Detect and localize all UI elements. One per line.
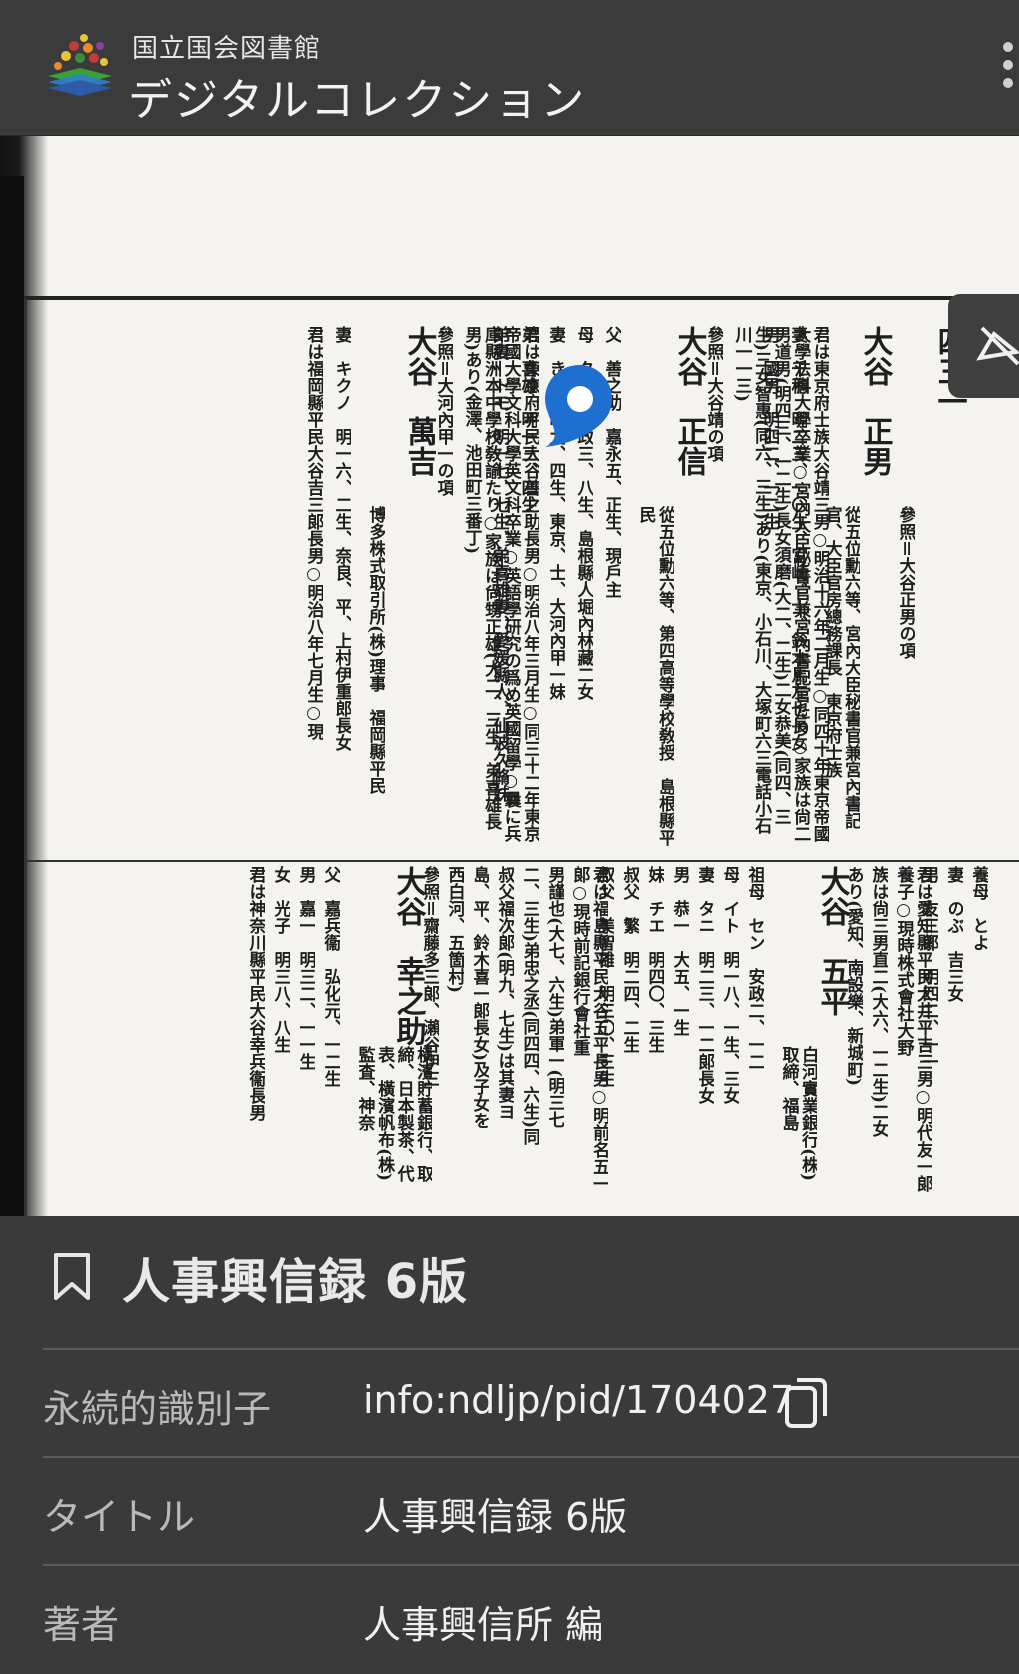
- page-image-viewer[interactable]: 四三一參照＝大谷正男の項大谷 正男從五位勳六等、宮內大臣秘書官兼宮內書記官、大臣…: [0, 136, 1019, 1216]
- page-divider: [27, 860, 1019, 862]
- entry-text: 父 嘉兵衞 弘化元、一二生: [320, 866, 340, 1087]
- entry-text: 男 恭一 大五、一生: [669, 866, 689, 1036]
- entry-text: 妹 チエ 明四〇、三生: [644, 866, 664, 1053]
- app-header: 国立国会図書館 デジタルコレクション: [0, 0, 1019, 136]
- entry-text: 橫濱貯蓄銀行、取締、日本製茶、代表、橫濱帆布(株)監査、神奈: [354, 1046, 433, 1182]
- entry-text: 族は尙三男直二(大六、一二生)二女: [868, 866, 888, 1138]
- entry-text: 君は愛知縣平民大井平吉三男○明代友一郞養子○現時株式會社大野: [893, 866, 933, 1192]
- row-label: タイトル: [43, 1495, 196, 1539]
- entry-text: 君は神奈川縣平民大谷幸兵衞長男: [245, 866, 265, 1121]
- entry-text: 從五位勳六等、第四高等學校敎授 島根縣平民: [635, 506, 675, 846]
- entry-text: 祖母 セン 安政二、一二: [744, 866, 764, 1070]
- hide-overlay-button[interactable]: [948, 294, 1019, 398]
- ndl-logo-icon[interactable]: [44, 32, 116, 104]
- entry-text: 養母 とよ: [968, 866, 988, 951]
- row-value: 人事興信所 編: [363, 1603, 604, 1647]
- row-label: 著者: [43, 1603, 120, 1647]
- entry-text: 二、三生)弟忠之丞(同四四、六生)同: [519, 866, 539, 1146]
- info-panel: 人事興信録 6版 永続的識別子 info:ndljp/pid/1704027 タ…: [0, 1216, 1019, 1647]
- brand-title: デジタルコレクション: [128, 75, 587, 126]
- entry-name: 大谷 幸之助: [390, 866, 426, 1046]
- entry-name: 大谷 正男: [857, 326, 893, 476]
- entry-text: 君は東京府士族大谷靖三男○明治十六年二月生○同四十年東京帝國大學法科大學卒業○宮…: [731, 326, 829, 842]
- location-pin-icon[interactable]: [537, 361, 623, 451]
- entry-text: 叔父福次郞(明九、七生)は其妻ヨ: [494, 866, 514, 1121]
- row-label: 永続的識別子: [43, 1387, 272, 1431]
- eye-off-icon: [976, 326, 1019, 366]
- entry-text: 君は福岡縣平民大谷吉三郞長男○明治八年七月生○現: [303, 326, 323, 740]
- entry-name: 大谷 正信: [671, 326, 707, 476]
- entry-text: 西白河、五箇村): [444, 866, 464, 994]
- row-value: 人事興信録 6版: [363, 1495, 628, 1539]
- metadata-row-title: タイトル 人事興信録 6版: [43, 1456, 1019, 1566]
- entry-text: 女 光子 明三八、八生: [270, 866, 290, 1053]
- scan-edge-dark: [0, 176, 24, 1216]
- entry-text: 母 イト 明一八、一生、三女: [719, 866, 739, 1104]
- entry-text: 男謹也(大七、六生)弟軍一(明三七: [544, 866, 564, 1129]
- brand-subtitle: 国立国会図書館: [132, 34, 322, 64]
- entry-name: 大谷 萬吉: [401, 326, 437, 476]
- kebab-menu-icon[interactable]: [1003, 42, 1019, 98]
- entry-text: 妻 のぶ 吉三女: [943, 866, 963, 1002]
- entry-text: 白河實業銀行(株)取締、福島: [778, 1046, 818, 1182]
- entry-text: 妻 タニ 明二三、一二郞長女: [694, 866, 714, 1104]
- entry-text: 君は東京府平民大谷善之助長男○明治八年三月生○同三十二年東京帝國大學文科大學英文…: [461, 326, 540, 842]
- entry-text: 島、平、鈴木喜一郞長女)及子女を: [469, 866, 489, 1130]
- document-title: 人事興信録 6版: [122, 1254, 469, 1310]
- entry-text: 男 嘉一 明三二、一一生: [295, 866, 315, 1070]
- entry-text: 君は福島縣平民大谷五平長男○明前名五一郞○現時前記銀行會社重: [569, 866, 609, 1192]
- metadata-row-identifier: 永続的識別子 info:ndljp/pid/1704027: [43, 1348, 1019, 1458]
- bookmark-icon[interactable]: [52, 1252, 92, 1302]
- entry-text: 妻 キクノ 明一六、二生、奈良、平、上村伊重郎長女: [331, 326, 351, 751]
- entry-text: 博多株式取引所(株)理事 福岡縣平民: [365, 506, 385, 795]
- copy-icon[interactable]: [783, 1376, 829, 1432]
- entry-name: 大谷 五平: [814, 866, 850, 1016]
- entry-text: 參照＝大谷正男の項: [895, 506, 915, 659]
- metadata-row-author: 著者 人事興信所 編: [43, 1564, 1019, 1674]
- entry-text: 叔父 繁 明二四、二生: [619, 866, 639, 1053]
- row-value[interactable]: info:ndljp/pid/1704027: [363, 1378, 794, 1422]
